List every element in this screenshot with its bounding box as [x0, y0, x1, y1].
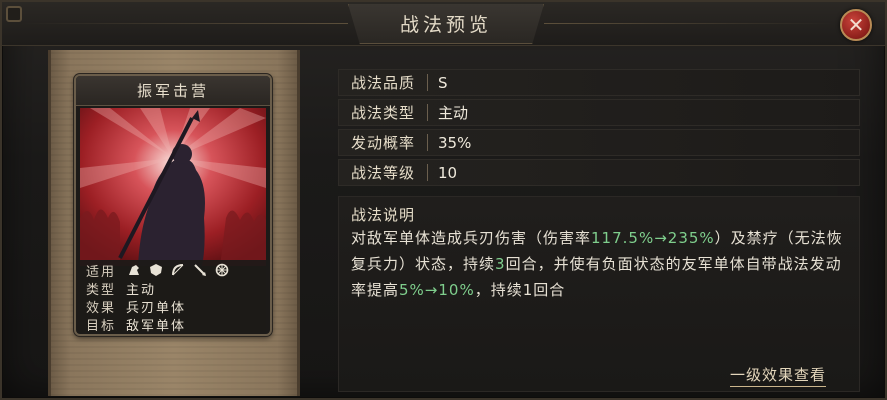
prop-row-type: 类型 主动: [80, 279, 266, 298]
title-plate: 战法预览: [348, 4, 544, 44]
rate-value: 35%: [438, 133, 472, 152]
prop-value-target: 敌军单体: [126, 318, 187, 334]
applicable-troop-icons: [126, 262, 230, 278]
prop-row-target: 目标 敌军单体: [80, 315, 266, 334]
damage-rate-highlight: 117.5%→235%: [591, 229, 715, 247]
title-bar: 战法预览: [2, 2, 885, 46]
siege-wheel-icon: [214, 262, 230, 278]
prop-value-effect: 兵刃单体: [126, 300, 187, 316]
info-row-level: 战法等级 10: [338, 159, 860, 186]
quality-label: 战法品质: [351, 74, 416, 92]
dialog-title: 战法预览: [399, 14, 492, 36]
info-row-rate: 发动概率 35%: [338, 129, 860, 156]
description-segment: 对敌军单体造成兵刃伤害（伤害率: [351, 229, 592, 247]
skill-preview-dialog: 战法预览 ✕ 振军击营 适用 类型 主动 效果 兵刃单体 目标 敌军单体 战法品…: [0, 0, 887, 400]
skill-properties: 适用 类型 主动 效果 兵刃单体 目标 敌军单体: [80, 260, 266, 334]
info-row-type: 战法类型 主动: [338, 99, 860, 126]
close-icon: ✕: [847, 13, 865, 37]
prop-label-target: 目标: [86, 318, 117, 334]
type-value: 主动: [438, 104, 469, 122]
corner-ornament-top-left: [6, 6, 22, 22]
skill-card: 振军击营 适用 类型 主动 效果 兵刃单体 目标 敌军单体: [74, 74, 272, 336]
prop-row-effect: 效果 兵刃单体: [80, 297, 266, 316]
shield-icon: [148, 262, 164, 278]
level1-effects-link[interactable]: 一级效果查看: [730, 364, 827, 387]
trigger-rate-highlight: 5%→10%: [399, 281, 475, 299]
description-title: 战法说明: [351, 206, 416, 224]
quality-value: S: [438, 73, 448, 92]
level-label: 战法等级: [351, 164, 416, 182]
prop-row-applicable: 适用: [80, 261, 266, 280]
skill-art-image: [80, 108, 266, 266]
prop-label-type: 类型: [86, 282, 117, 298]
row-separator: [427, 134, 428, 151]
description-box: 战法说明 对敌军单体造成兵刃伤害（伤害率117.5%→235%）及禁疗（无法恢复…: [338, 196, 860, 392]
title-divider-right: [544, 23, 834, 24]
prop-label-effect: 效果: [86, 300, 117, 316]
duration-highlight: 3: [495, 255, 506, 273]
cavalry-icon: [126, 262, 142, 278]
row-separator: [427, 104, 428, 121]
prop-value-type: 主动: [126, 282, 157, 298]
type-label: 战法类型: [351, 104, 416, 122]
close-button[interactable]: ✕: [840, 9, 872, 41]
title-divider-left: [22, 23, 348, 24]
prop-label-applicable: 适用: [86, 264, 117, 280]
skill-name: 振军击营: [76, 76, 270, 106]
level-value: 10: [438, 163, 458, 182]
bow-icon: [170, 262, 186, 278]
description-text: 对敌军单体造成兵刃伤害（伤害率117.5%→235%）及禁疗（无法恢复兵力）状态…: [351, 225, 855, 303]
row-separator: [427, 74, 428, 91]
row-separator: [427, 164, 428, 181]
info-row-quality: 战法品质 S: [338, 69, 860, 96]
spear-icon: [192, 262, 208, 278]
description-segment: ，持续1回合: [474, 281, 566, 299]
rate-label: 发动概率: [351, 134, 416, 152]
